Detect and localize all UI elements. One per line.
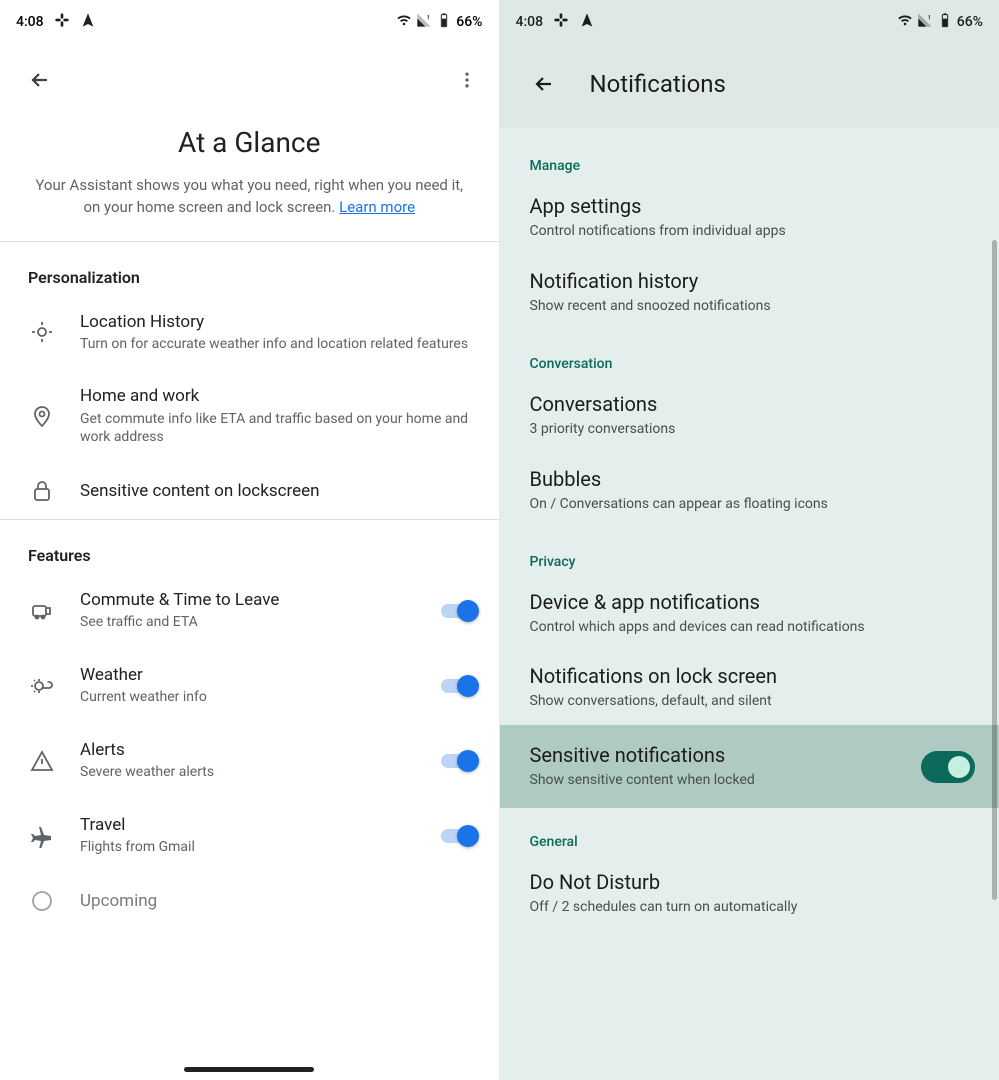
conversations-row[interactable]: Conversations 3 priority conversations: [500, 378, 999, 453]
row-title: Alerts: [80, 739, 417, 761]
row-sub: Off / 2 schedules can turn on automatica…: [530, 898, 970, 917]
row-title: Sensitive content on lockscreen: [80, 480, 479, 502]
device-app-notifications-row[interactable]: Device & app notifications Control which…: [500, 576, 999, 651]
row-title: Sensitive notifications: [530, 743, 755, 768]
row-sub: Flights from Gmail: [80, 838, 417, 857]
section-personalization: Personalization: [0, 242, 499, 295]
signal-icon: !: [917, 12, 933, 32]
row-title: Device & app notifications: [530, 590, 970, 615]
battery-icon: [436, 12, 452, 32]
row-sub: Get commute info like ETA and traffic ba…: [80, 410, 479, 448]
row-sub: Show recent and snoozed notifications: [530, 297, 970, 316]
travel-row[interactable]: Travel Flights from Gmail: [0, 798, 499, 873]
weather-icon: [28, 674, 56, 698]
row-title: Conversations: [530, 392, 970, 417]
sensitive-notifications-toggle[interactable]: [921, 751, 975, 783]
sensitive-notifications-row[interactable]: Sensitive notifications Show sensitive c…: [500, 725, 999, 808]
alert-icon: [28, 749, 56, 773]
status-bar: 4:08 ! 66%: [0, 0, 499, 36]
status-time: 4:08: [516, 14, 544, 30]
scrollbar[interactable]: [992, 240, 997, 900]
row-title: Do Not Disturb: [530, 870, 970, 895]
row-sub: Show conversations, default, and silent: [530, 692, 970, 711]
location-history-row[interactable]: Location History Turn on for accurate we…: [0, 295, 499, 370]
alerts-toggle[interactable]: [441, 750, 479, 772]
home-and-work-row[interactable]: Home and work Get commute info like ETA …: [0, 369, 499, 463]
alerts-row[interactable]: Alerts Severe weather alerts: [0, 723, 499, 798]
row-sub: Show sensitive content when locked: [530, 771, 755, 790]
row-title: Upcoming: [80, 890, 479, 912]
row-title: Home and work: [80, 385, 479, 407]
do-not-disturb-row[interactable]: Do Not Disturb Off / 2 schedules can tur…: [500, 856, 999, 931]
signal-icon: !: [416, 12, 432, 32]
battery-icon: [937, 12, 953, 32]
row-sub: Control which apps and devices can read …: [530, 618, 970, 637]
lock-icon: [28, 479, 56, 503]
category-manage: Manage: [500, 132, 999, 180]
row-title: Notifications on lock screen: [530, 664, 970, 689]
svg-text:!: !: [428, 13, 430, 21]
notification-history-row[interactable]: Notification history Show recent and sno…: [500, 255, 999, 330]
slack-icon: [553, 12, 569, 32]
battery-percent: 66%: [456, 14, 482, 30]
row-sub: Turn on for accurate weather info and lo…: [80, 335, 479, 354]
status-time: 4:08: [16, 14, 44, 30]
page-title: Notifications: [590, 70, 726, 98]
overflow-menu-button[interactable]: [447, 60, 487, 100]
row-title: Commute & Time to Leave: [80, 589, 417, 611]
commute-icon: [28, 599, 56, 623]
weather-toggle[interactable]: [441, 675, 479, 697]
location-icon: [28, 320, 56, 344]
row-sub: On / Conversations can appear as floatin…: [530, 495, 970, 514]
row-sub: Current weather info: [80, 688, 417, 707]
row-title: Notification history: [530, 269, 970, 294]
category-conversation: Conversation: [500, 330, 999, 378]
airplane-icon: [28, 824, 56, 848]
slack-icon: [54, 12, 70, 32]
page-title: At a Glance: [20, 126, 479, 159]
commute-toggle[interactable]: [441, 600, 479, 622]
sensitive-content-row[interactable]: Sensitive content on lockscreen: [0, 463, 499, 519]
row-title: Location History: [80, 311, 479, 333]
svg-text:!: !: [928, 13, 930, 21]
status-bar: 4:08 ! 66%: [500, 0, 999, 36]
wifi-icon: [897, 12, 913, 32]
category-general: General: [500, 808, 999, 856]
weather-row[interactable]: Weather Current weather info: [0, 648, 499, 723]
page-subtitle: Your Assistant shows you what you need, …: [0, 169, 499, 241]
app-settings-row[interactable]: App settings Control notifications from …: [500, 180, 999, 255]
lock-screen-notifications-row[interactable]: Notifications on lock screen Show conver…: [500, 650, 999, 725]
upcoming-icon: [28, 889, 56, 913]
row-sub: Control notifications from individual ap…: [530, 222, 970, 241]
row-title: App settings: [530, 194, 970, 219]
commute-row[interactable]: Commute & Time to Leave See traffic and …: [0, 573, 499, 648]
wifi-icon: [396, 12, 412, 32]
upcoming-row[interactable]: Upcoming: [0, 873, 499, 929]
notifications-screen: 4:08 ! 66% Notifications Manage App sett…: [500, 0, 999, 1080]
back-button[interactable]: [20, 60, 60, 100]
category-privacy: Privacy: [500, 528, 999, 576]
learn-more-link[interactable]: Learn more: [339, 198, 415, 216]
nav-app-icon: [80, 12, 96, 32]
row-sub: Severe weather alerts: [80, 763, 417, 782]
nav-app-icon: [579, 12, 595, 32]
row-title: Weather: [80, 664, 417, 686]
bubbles-row[interactable]: Bubbles On / Conversations can appear as…: [500, 453, 999, 528]
pin-icon: [28, 404, 56, 428]
row-sub: See traffic and ETA: [80, 613, 417, 632]
travel-toggle[interactable]: [441, 825, 479, 847]
at-a-glance-screen: 4:08 ! 66% At a Glance Your Assistant sh…: [0, 0, 500, 1080]
section-features: Features: [0, 520, 499, 573]
row-title: Travel: [80, 814, 417, 836]
nav-pill[interactable]: [184, 1067, 314, 1072]
back-button[interactable]: [524, 64, 564, 104]
row-sub: 3 priority conversations: [530, 420, 970, 439]
battery-percent: 66%: [957, 14, 983, 30]
row-title: Bubbles: [530, 467, 970, 492]
